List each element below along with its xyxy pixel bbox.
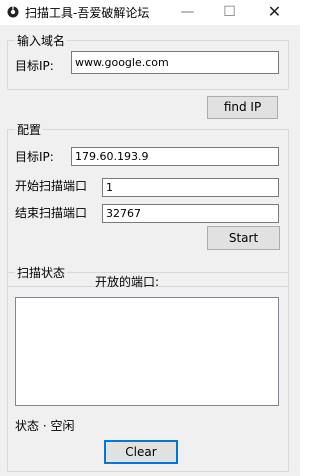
- clear-button[interactable]: Clear: [104, 440, 178, 464]
- minimize-button[interactable]: —: [165, 0, 210, 25]
- start-port-label: 开始扫描端口: [15, 179, 88, 193]
- open-ports-label: 开放的端口:: [95, 275, 160, 289]
- close-button[interactable]: ✕: [252, 0, 297, 25]
- start-port-input[interactable]: [102, 178, 279, 197]
- start-button[interactable]: Start: [207, 226, 280, 250]
- config-group-legend: 配置: [15, 121, 44, 138]
- maximize-button[interactable]: ☐: [207, 0, 252, 25]
- end-port-input[interactable]: [102, 204, 279, 223]
- domain-group: 输入域名 目标IP:: [7, 32, 289, 90]
- target-ip-input[interactable]: [71, 147, 279, 166]
- find-ip-button[interactable]: find IP: [207, 96, 278, 119]
- end-port-label: 结束扫描端口: [15, 206, 88, 220]
- domain-input[interactable]: [71, 51, 279, 74]
- open-ports-listbox[interactable]: [15, 297, 279, 406]
- title-bar[interactable]: 扫描工具-吾爱破解论坛 — ☐ ✕: [0, 0, 300, 26]
- app-icon: [7, 6, 19, 18]
- window-title: 扫描工具-吾爱破解论坛: [25, 6, 150, 20]
- status-text: 状态 · 空闲: [15, 419, 75, 433]
- config-target-ip-label: 目标IP:: [15, 150, 54, 164]
- domain-group-legend: 输入域名: [15, 32, 68, 49]
- window-client-area: 输入域名 目标IP: find IP 配置 目标IP: 开始扫描端口 结束扫描端…: [0, 26, 300, 476]
- domain-target-ip-label: 目标IP:: [15, 59, 54, 73]
- status-group: 扫描状态 开放的端口: 状态 · 空闲 Clear: [7, 264, 289, 472]
- status-group-legend: 扫描状态: [15, 264, 68, 281]
